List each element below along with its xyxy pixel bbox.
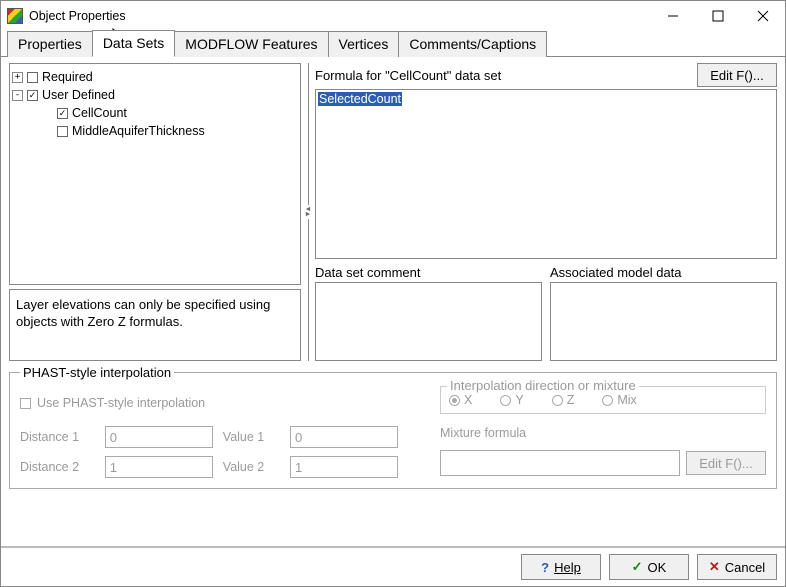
tree-label: User Defined — [42, 86, 115, 104]
left-column: + Required - User Defined CellCount — [9, 63, 301, 361]
client-area: + Required - User Defined CellCount — [1, 57, 785, 546]
mixture-formula-box[interactable] — [440, 450, 680, 476]
check-icon: ✓ — [632, 559, 643, 575]
formula-textarea[interactable]: SelectedCount — [315, 89, 777, 259]
formula-selected-text: SelectedCount — [318, 92, 402, 106]
help-button[interactable]: ? Help — [521, 554, 601, 580]
tab-comments-captions[interactable]: Comments/Captions — [398, 31, 547, 57]
radio-mix[interactable]: Mix — [602, 393, 636, 407]
window-title: Object Properties — [29, 9, 126, 23]
phast-group: PHAST-style interpolation Use PHAST-styl… — [9, 365, 777, 489]
d2-label: Distance 2 — [20, 460, 97, 474]
phast-legend: PHAST-style interpolation — [20, 365, 174, 380]
use-phast-checkbox[interactable]: Use PHAST-style interpolation — [20, 396, 400, 410]
upper-row: + Required - User Defined CellCount — [9, 63, 777, 361]
interp-dir-legend: Interpolation direction or mixture — [447, 378, 639, 393]
radio-y[interactable]: Y — [500, 393, 523, 407]
titlebar: Object Properties — [1, 1, 785, 31]
mixture-edit-button[interactable]: Edit F()... — [686, 451, 766, 475]
formula-label: Formula for "CellCount" data set — [315, 68, 697, 83]
comment-label: Data set comment — [315, 265, 542, 280]
tab-strip: Properties Data Sets MODFLOW Features Ve… — [1, 31, 785, 57]
tree-row-cellcount[interactable]: CellCount — [12, 104, 298, 122]
v1-input[interactable] — [290, 426, 398, 448]
interp-direction-group: Interpolation direction or mixture X Y Z… — [440, 386, 766, 414]
assoc-label: Associated model data — [550, 265, 777, 280]
help-label: Help — [554, 560, 581, 575]
checkbox[interactable] — [27, 90, 38, 101]
mixture-label: Mixture formula — [440, 426, 766, 440]
radio-z[interactable]: Z — [552, 393, 575, 407]
tree-label: CellCount — [72, 104, 127, 122]
v2-label: Value 2 — [223, 460, 282, 474]
tab-vertices[interactable]: Vertices — [328, 31, 400, 57]
right-column: Formula for "CellCount" data set Edit F(… — [315, 63, 777, 361]
tree-label: MiddleAquiferThickness — [72, 122, 205, 140]
close-button[interactable] — [740, 1, 785, 31]
dataset-tree[interactable]: + Required - User Defined CellCount — [9, 63, 301, 285]
comment-textarea[interactable] — [315, 282, 542, 361]
cancel-label: Cancel — [725, 560, 765, 575]
tab-data-sets[interactable]: Data Sets — [92, 30, 175, 57]
app-icon — [7, 8, 23, 24]
d1-input[interactable] — [105, 426, 213, 448]
d1-label: Distance 1 — [20, 430, 97, 444]
tree-label: Required — [42, 68, 93, 86]
tree-row-required[interactable]: + Required — [12, 68, 298, 86]
expander-icon[interactable]: + — [12, 72, 23, 83]
tab-modflow-features[interactable]: MODFLOW Features — [174, 31, 328, 57]
use-phast-label: Use PHAST-style interpolation — [37, 396, 205, 410]
checkbox[interactable] — [57, 126, 68, 137]
checkbox[interactable] — [57, 108, 68, 119]
hint-box: Layer elevations can only be specified u… — [9, 289, 301, 361]
minimize-button[interactable] — [650, 1, 695, 31]
expander-icon[interactable]: - — [12, 90, 23, 101]
button-bar: ? Help ✓ OK ✕ Cancel — [1, 546, 785, 586]
edit-formula-button[interactable]: Edit F()... — [697, 63, 777, 87]
v2-input[interactable] — [290, 456, 398, 478]
d2-input[interactable] — [105, 456, 213, 478]
v1-label: Value 1 — [223, 430, 282, 444]
splitter[interactable]: ◄► — [305, 63, 311, 361]
tab-properties[interactable]: Properties — [7, 31, 93, 57]
ok-label: OK — [648, 560, 667, 575]
maximize-button[interactable] — [695, 1, 740, 31]
assoc-textarea[interactable] — [550, 282, 777, 361]
question-icon: ? — [541, 560, 549, 575]
x-icon: ✕ — [709, 559, 720, 575]
checkbox[interactable] — [27, 72, 38, 83]
tree-row-middleaquiferthickness[interactable]: MiddleAquiferThickness — [12, 122, 298, 140]
ok-button[interactable]: ✓ OK — [609, 554, 689, 580]
tree-row-user-defined[interactable]: - User Defined — [12, 86, 298, 104]
radio-x[interactable]: X — [449, 393, 472, 407]
checkbox[interactable] — [20, 398, 31, 409]
cancel-button[interactable]: ✕ Cancel — [697, 554, 777, 580]
